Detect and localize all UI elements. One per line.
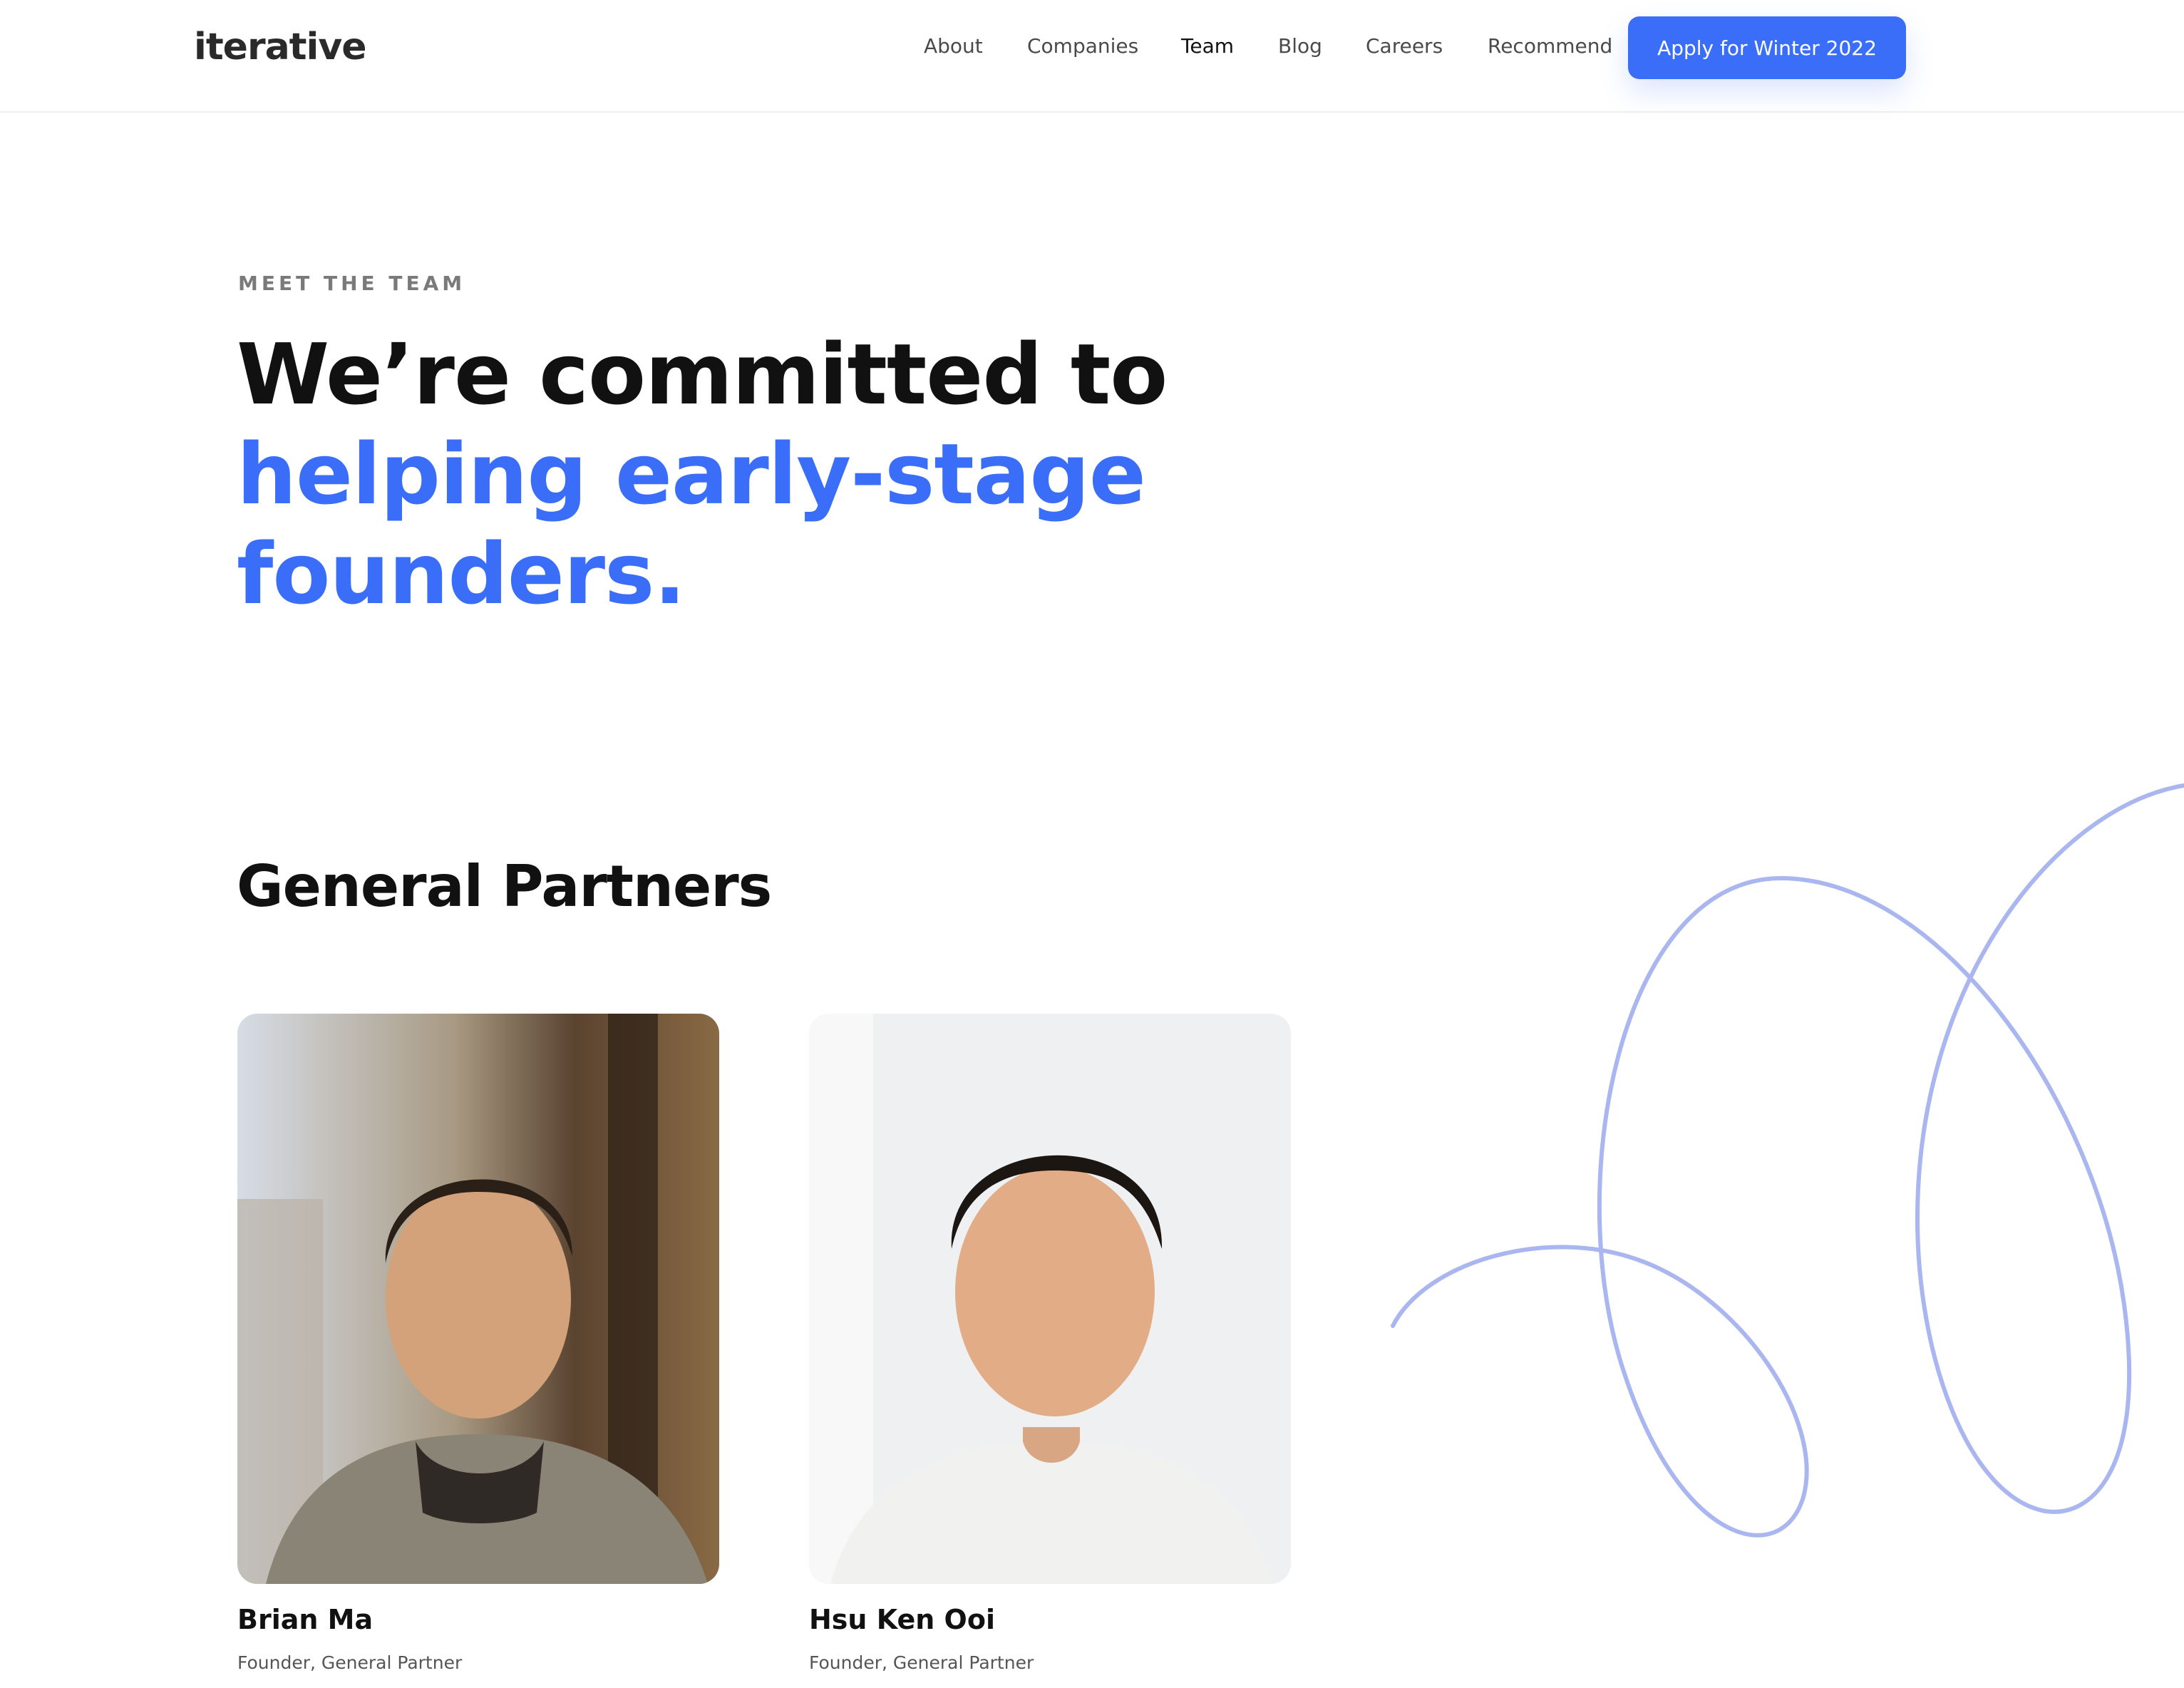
member-photo (809, 1014, 1291, 1584)
nav-blog[interactable]: Blog (1278, 34, 1322, 58)
member-photo (237, 1014, 719, 1584)
member-name: Brian Ma (237, 1604, 374, 1635)
team-card[interactable]: Brian Ma Founder, General Partner (237, 1014, 719, 1673)
nav-companies[interactable]: Companies (1027, 34, 1138, 58)
decorative-squiggle (1391, 783, 2184, 1538)
headline-plain: We’re committed to (237, 325, 1168, 423)
section-title: General Partners (237, 853, 772, 920)
member-role: Founder, General Partner (237, 1652, 463, 1673)
squiggle-line (1391, 783, 2184, 1538)
team-card[interactable]: Hsu Ken Ooi Founder, General Partner (809, 1014, 1291, 1673)
apply-button[interactable]: Apply for Winter 2022 (1628, 16, 1906, 79)
nav-recommend[interactable]: Recommend (1488, 34, 1612, 58)
nav-team[interactable]: Team (1181, 34, 1234, 58)
eyebrow-label: MEET THE TEAM (238, 272, 466, 295)
member-name: Hsu Ken Ooi (809, 1604, 995, 1635)
portrait-image (237, 1014, 719, 1584)
member-role: Founder, General Partner (809, 1652, 1034, 1673)
page-title: We’re committed to helping early-stage f… (237, 324, 1448, 624)
site-header: iterative About Companies Team Blog Care… (0, 0, 2184, 113)
headline-accent: helping early-stage founders. (237, 425, 1146, 623)
main-nav: About Companies Team Blog Careers Recomm… (0, 0, 2184, 96)
nav-about[interactable]: About (924, 34, 983, 58)
portrait-image (809, 1014, 1291, 1584)
nav-careers[interactable]: Careers (1366, 34, 1443, 58)
